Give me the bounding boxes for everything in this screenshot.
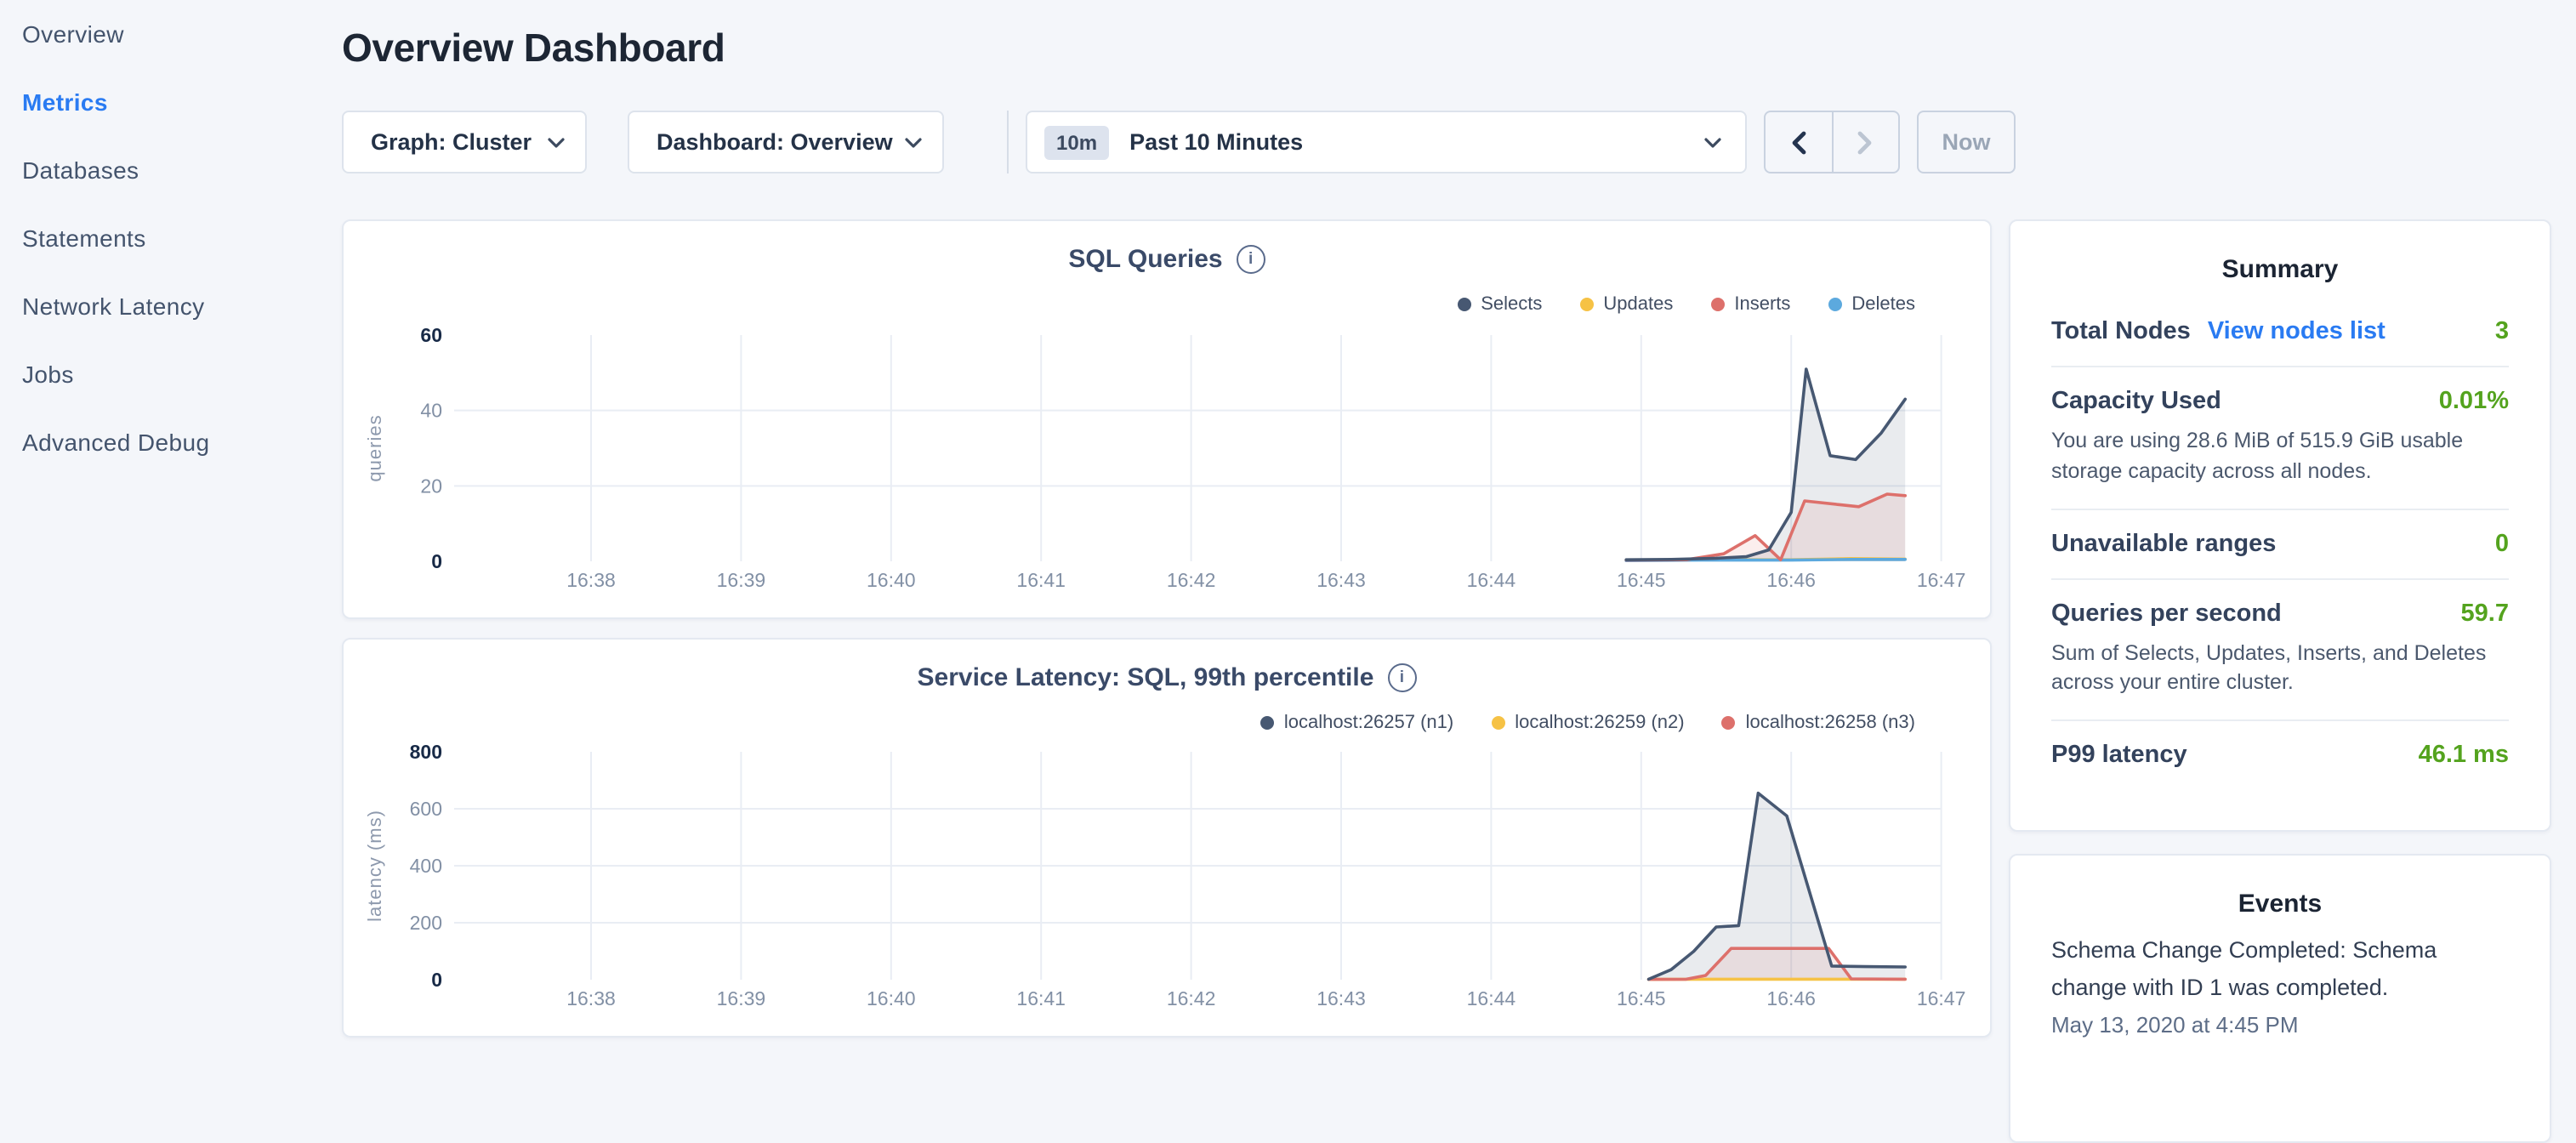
summary-value: 46.1 ms	[2419, 742, 2509, 769]
svg-text:16:45: 16:45	[1617, 569, 1666, 591]
svg-text:16:42: 16:42	[1167, 987, 1216, 1009]
summary-label: Unavailable ranges	[2051, 530, 2276, 557]
summary-panel: Summary Total Nodes View nodes list 3 Capac…	[2009, 219, 2551, 832]
event-timestamp: May 13, 2020 at 4:45 PM	[2051, 1012, 2509, 1038]
graph-dropdown-label: Graph: Cluster	[371, 129, 532, 155]
svg-text:400: 400	[410, 855, 442, 877]
svg-text:20: 20	[420, 475, 442, 497]
events-list: Schema Change Completed: Schema change w…	[2051, 932, 2509, 1038]
graph-dropdown[interactable]: Graph: Cluster	[342, 111, 587, 173]
chevron-left-icon	[1791, 130, 1806, 154]
svg-text:16:45: 16:45	[1617, 987, 1666, 1009]
sql-queries-chart-card: SQL Queries i SelectsUpdatesInsertsDelet…	[342, 219, 1992, 619]
svg-text:60: 60	[420, 324, 442, 346]
svg-text:16:43: 16:43	[1316, 987, 1366, 1009]
svg-text:600: 600	[410, 798, 442, 820]
chart-plot: 16:38 16:39 16:40 16:41 16:42 16:43 16:44 16:45…	[344, 640, 1993, 1039]
event-item[interactable]: Schema Change Completed: Schema change w…	[2051, 932, 2509, 1038]
svg-text:0: 0	[431, 969, 442, 991]
summary-row: P99 latency 46.1 ms	[2051, 719, 2509, 789]
svg-text:40: 40	[420, 400, 442, 422]
events-title: Events	[2051, 890, 2509, 918]
time-nav	[1764, 111, 1900, 173]
svg-text:200: 200	[410, 912, 442, 934]
sidebar-item-databases[interactable]: Databases	[0, 136, 340, 204]
svg-text:16:39: 16:39	[717, 569, 766, 591]
summary-value: 0	[2495, 530, 2509, 557]
svg-text:800: 800	[410, 741, 442, 763]
chevron-down-icon	[905, 137, 922, 147]
sidebar-item-statements[interactable]: Statements	[0, 204, 340, 272]
summary-desc: Sum of Selects, Updates, Inserts, and De…	[2051, 639, 2509, 699]
summary-row: Queries per second 59.7 Sum of Selects, Up…	[2051, 577, 2509, 719]
view-nodes-list-link[interactable]: View nodes list	[2208, 318, 2386, 345]
svg-text:16:40: 16:40	[867, 987, 916, 1009]
summary-label: P99 latency	[2051, 742, 2187, 769]
svg-text:16:47: 16:47	[1917, 987, 1966, 1009]
svg-text:latency (ms): latency (ms)	[364, 810, 385, 922]
svg-text:16:46: 16:46	[1766, 569, 1816, 591]
svg-text:0: 0	[431, 550, 442, 572]
event-text: Schema Change Completed: Schema change w…	[2051, 932, 2509, 1005]
summary-label: Total Nodes	[2051, 318, 2191, 345]
time-range-label: Past 10 Minutes	[1129, 129, 1303, 155]
svg-text:16:44: 16:44	[1467, 987, 1516, 1009]
chevron-right-icon	[1858, 130, 1874, 154]
sidebar: OverviewMetricsDatabasesStatementsNetwor…	[0, 0, 340, 1051]
summary-value: 59.7	[2461, 600, 2509, 627]
svg-text:16:40: 16:40	[867, 569, 916, 591]
svg-text:16:44: 16:44	[1467, 569, 1516, 591]
sidebar-item-advanced-debug[interactable]: Advanced Debug	[0, 408, 340, 476]
dashboard-dropdown-label: Dashboard: Overview	[657, 129, 893, 155]
time-forward-button[interactable]	[1833, 112, 1898, 172]
dashboard-dropdown[interactable]: Dashboard: Overview	[628, 111, 944, 173]
chevron-down-icon	[1704, 137, 1721, 147]
svg-text:16:43: 16:43	[1316, 569, 1366, 591]
now-button[interactable]: Now	[1917, 111, 2016, 173]
sidebar-item-metrics[interactable]: Metrics	[0, 68, 340, 136]
summary-rows: Total Nodes View nodes list 3 Capacity Used…	[2051, 298, 2509, 789]
svg-text:queries: queries	[364, 414, 385, 481]
time-back-button[interactable]	[1766, 112, 1833, 172]
page: OverviewMetricsDatabasesStatementsNetwor…	[0, 0, 2576, 1051]
svg-text:16:47: 16:47	[1917, 569, 1966, 591]
page-title: Overview Dashboard	[342, 26, 725, 71]
summary-label: Queries per second	[2051, 600, 2282, 627]
summary-row: Capacity Used 0.01% You are using 28.6 MiB…	[2051, 366, 2509, 508]
sidebar-item-network-latency[interactable]: Network Latency	[0, 272, 340, 340]
chart-plot: 16:38 16:39 16:40 16:41 16:42 16:43 16:44 16:45…	[344, 221, 1993, 621]
time-range-badge: 10m	[1044, 125, 1109, 159]
summary-title: Summary	[2051, 255, 2509, 284]
summary-value: 3	[2495, 318, 2509, 345]
svg-text:16:41: 16:41	[1016, 987, 1066, 1009]
events-panel: Events Schema Change Completed: Schema c…	[2009, 854, 2551, 1143]
svg-text:16:46: 16:46	[1766, 987, 1816, 1009]
sidebar-item-overview[interactable]: Overview	[0, 0, 340, 68]
summary-row: Total Nodes View nodes list 3	[2051, 298, 2509, 366]
chevron-down-icon	[548, 137, 565, 147]
svg-text:16:38: 16:38	[566, 569, 616, 591]
controls-divider	[1007, 111, 1009, 173]
summary-label: Capacity Used	[2051, 388, 2221, 415]
svg-text:16:39: 16:39	[717, 987, 766, 1009]
sidebar-item-jobs[interactable]: Jobs	[0, 340, 340, 408]
svg-text:16:41: 16:41	[1016, 569, 1066, 591]
summary-desc: You are using 28.6 MiB of 515.9 GiB usab…	[2051, 427, 2509, 487]
time-range-picker[interactable]: 10m Past 10 Minutes	[1026, 111, 1747, 173]
svg-text:16:42: 16:42	[1167, 569, 1216, 591]
service-latency-chart-card: Service Latency: SQL, 99th percentile i …	[342, 638, 1992, 1038]
svg-text:16:38: 16:38	[566, 987, 616, 1009]
summary-value: 0.01%	[2439, 388, 2509, 415]
summary-row: Unavailable ranges 0	[2051, 508, 2509, 577]
